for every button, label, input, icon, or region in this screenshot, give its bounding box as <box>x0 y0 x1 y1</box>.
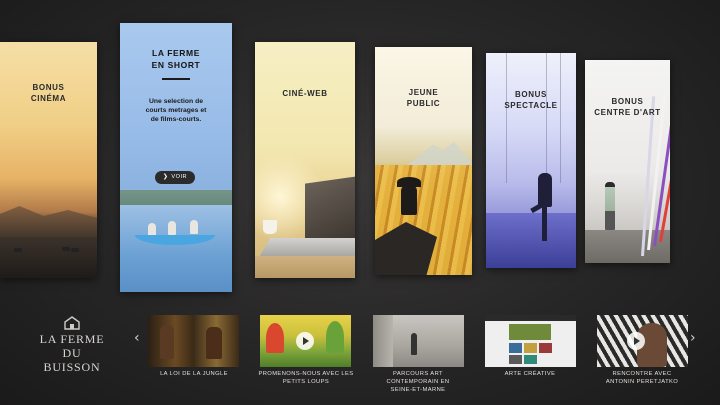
card-jeune-public[interactable]: JEUNE PUBLIC <box>375 47 472 275</box>
wire-line <box>546 53 547 183</box>
car-shape <box>71 248 79 252</box>
thumbnail-arte-creative[interactable] <box>485 315 576 367</box>
table-shape <box>255 256 355 278</box>
website-image-shape <box>524 343 537 353</box>
card-image-water <box>120 205 232 292</box>
chevron-right-icon: › <box>690 330 696 346</box>
laptop-keyboard-shape <box>259 238 355 256</box>
person-shape <box>190 220 198 234</box>
character-shape <box>401 185 417 215</box>
card-cine-web[interactable]: CINÉ-WEB <box>255 42 355 278</box>
card-title: BONUS SPECTACLE <box>504 90 558 110</box>
card-image-trees <box>120 190 232 206</box>
thumbnail-caption: RENCONTRE AVEC ANTONIN PERETJATKO <box>605 371 679 385</box>
wire-line <box>560 53 561 183</box>
cup-shape <box>263 220 277 234</box>
card-la-ferme-en-short[interactable]: LA FERME EN SHORT Une selection de court… <box>120 23 232 292</box>
website-image-shape <box>509 355 522 364</box>
title-divider <box>162 78 190 80</box>
stage-floor <box>486 213 576 268</box>
card-image <box>0 206 97 242</box>
carousel-next-button[interactable]: › <box>690 331 696 345</box>
play-icon[interactable] <box>627 332 645 350</box>
card-title: LA FERME EN SHORT <box>151 48 201 70</box>
card-description: Une selection de courts metrages et de f… <box>145 98 207 123</box>
person-shape <box>168 221 176 235</box>
tree-shape <box>266 323 284 353</box>
card-bonus-spectacle[interactable]: BONUS SPECTACLE <box>486 53 576 268</box>
card-title: JEUNE PUBLIC <box>406 88 441 108</box>
voir-button-label: VOIR <box>171 174 188 180</box>
chevron-right-icon: ❯ <box>162 174 169 180</box>
wire-line <box>506 53 507 183</box>
logo-line-1: LA FERME <box>39 332 105 346</box>
thumbnail-caption: LA LOI DE LA JUNGLE <box>160 371 228 377</box>
laptop-screen-shape <box>305 176 355 246</box>
website-image-shape <box>524 355 537 364</box>
card-title: BONUS CENTRE D'ART <box>594 97 661 117</box>
card-title: BONUS CINÉMA <box>30 83 67 103</box>
thumbnail-caption: PARCOURS ART CONTEMPORAIN EN SEINE-ET-MA… <box>386 371 450 393</box>
chevron-left-icon: ‹ <box>134 330 140 346</box>
carousel-prev-button[interactable]: ‹ <box>134 331 140 345</box>
logo-line-2: DU BUISSON <box>43 346 101 374</box>
person-shape <box>605 182 615 230</box>
car-shape <box>62 247 70 251</box>
play-icon[interactable] <box>296 332 314 350</box>
dancer-leg-shape <box>542 203 547 241</box>
card-image-ground <box>0 237 97 278</box>
car-shape <box>14 248 22 252</box>
website-image-shape <box>539 343 552 353</box>
person-shape <box>160 325 174 359</box>
card-title: CINÉ-WEB <box>282 89 328 98</box>
person-shape <box>206 327 222 359</box>
person-shape <box>411 333 417 355</box>
thumbnail-la-loi-de-la-jungle[interactable] <box>148 315 239 367</box>
brand-logo[interactable]: LA FERME DU BUISSON <box>34 316 110 374</box>
wall-shape <box>373 315 393 367</box>
thumbnail-parcours-art[interactable] <box>373 315 464 367</box>
website-image-shape <box>509 343 522 353</box>
tree-shape <box>326 321 344 353</box>
thumbnail-caption: PROMENONS-NOUS AVEC LES PETITS LOUPS <box>258 371 354 385</box>
house-icon <box>64 316 80 330</box>
card-bonus-cinema[interactable]: BONUS CINÉMA <box>0 42 97 278</box>
website-image-shape <box>509 324 551 340</box>
thumbnail-caption: ARTE CRÉATIVE <box>504 371 556 377</box>
website-header-shape <box>485 315 576 321</box>
thumbnail-promenons-nous[interactable] <box>260 315 351 367</box>
voir-button[interactable]: ❯ VOIR <box>155 171 195 184</box>
thumbnail-rencontre-avec[interactable] <box>597 315 688 367</box>
mountain-shape <box>405 141 472 167</box>
card-bonus-centre-dart[interactable]: BONUS CENTRE D'ART <box>585 60 670 263</box>
